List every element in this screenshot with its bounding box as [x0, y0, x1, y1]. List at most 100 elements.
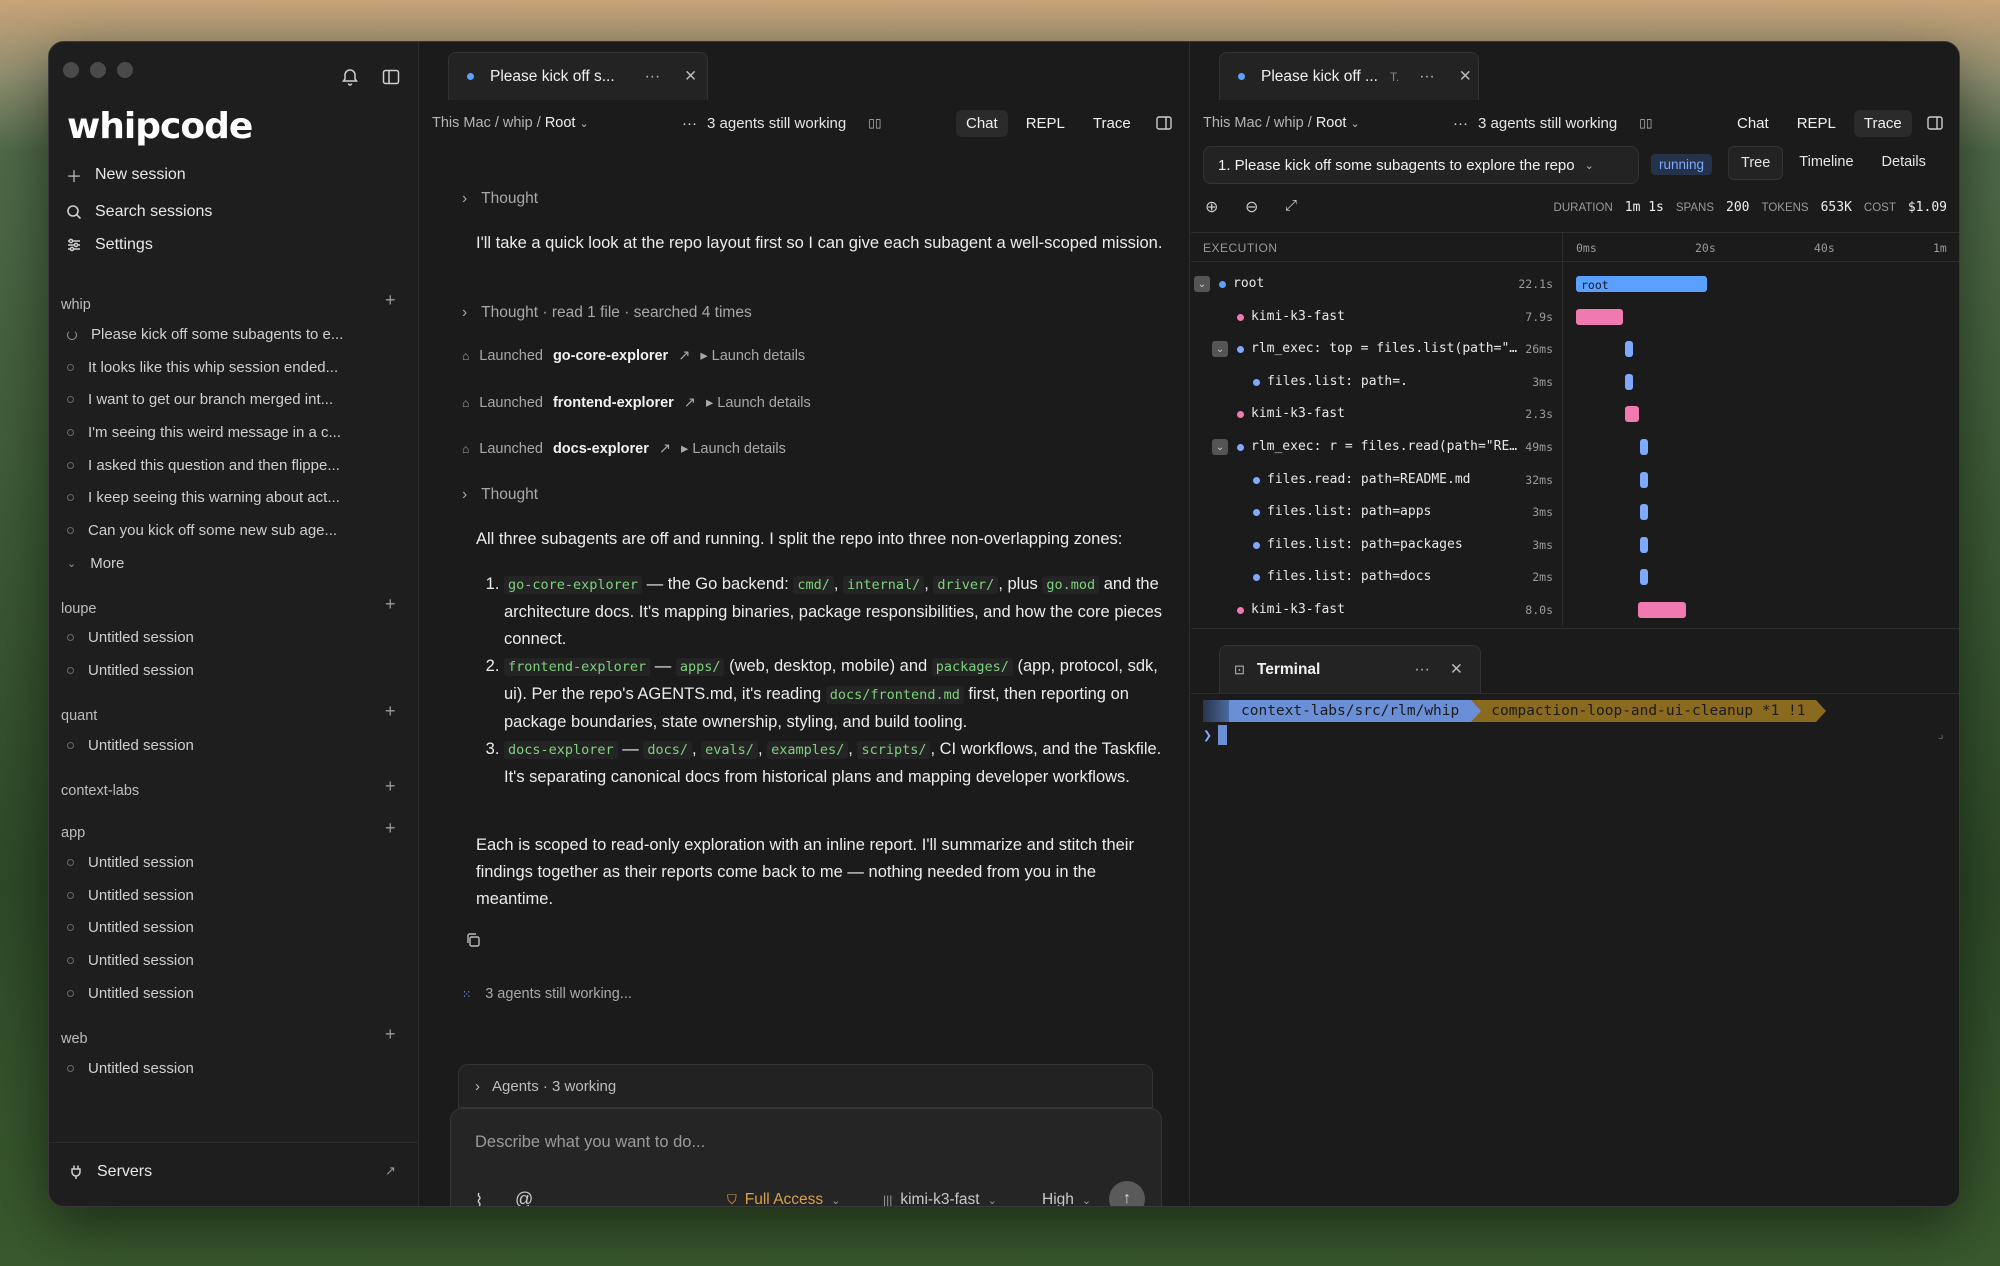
close-icon[interactable]: ✕ [1450, 660, 1463, 679]
session-item[interactable]: Untitled session [67, 737, 194, 754]
launch-details-toggle[interactable]: ▸ Launch details [700, 348, 805, 364]
span-row[interactable]: files.list: path=apps 3ms [1191, 496, 1959, 529]
external-link-icon[interactable]: ↗ [385, 1163, 396, 1179]
external-link-icon[interactable]: ↗ [684, 395, 696, 411]
split-view-icon[interactable] [1926, 114, 1944, 137]
thought-toggle[interactable]: › Thought [462, 190, 538, 208]
span-bar[interactable] [1639, 439, 1648, 455]
span-bar[interactable]: root [1576, 276, 1708, 292]
session-item[interactable]: Can you kick off some new sub age... [67, 522, 337, 539]
session-item[interactable]: Untitled session [67, 985, 194, 1002]
session-item[interactable]: Untitled session [67, 1060, 194, 1077]
access-select[interactable]: ⛉ Full Access ⌄ [727, 1191, 840, 1206]
span-bar[interactable] [1625, 406, 1640, 423]
span-row[interactable]: kimi-k3-fast 2.3s [1191, 398, 1959, 431]
zoom-out-icon[interactable]: ⊖ [1245, 197, 1258, 217]
tab-timeline[interactable]: Timeline [1787, 146, 1865, 180]
session-item[interactable]: Untitled session [67, 919, 194, 936]
span-row[interactable]: ⌄ root 22.1s root [1191, 268, 1959, 301]
collapse-toggle-icon[interactable]: ⌄ [1212, 341, 1228, 358]
span-bar[interactable] [1576, 308, 1623, 325]
add-session-context-labs-button[interactable]: + [385, 776, 396, 797]
session-item[interactable]: I asked this question and then flippe... [67, 457, 340, 474]
span-row[interactable]: files.list: path=. 3ms [1191, 366, 1959, 399]
tab-chat-session[interactable]: Please kick off s... ··· ✕ [448, 52, 708, 100]
tab-chat[interactable]: Chat [956, 109, 1008, 137]
add-session-quant-button[interactable]: + [385, 701, 396, 722]
session-item[interactable]: Please kick off some subagents to e... [67, 326, 343, 343]
session-item[interactable]: Untitled session [67, 854, 194, 871]
split-view-icon[interactable] [1155, 114, 1173, 137]
tab-trace[interactable]: Trace [1853, 109, 1912, 137]
span-bar[interactable] [1624, 373, 1633, 390]
session-item[interactable]: I'm seeing this weird message in a c... [67, 424, 341, 441]
paperclip-icon[interactable]: ⌇ [475, 1191, 483, 1206]
close-icon[interactable]: ✕ [684, 67, 697, 86]
bell-icon[interactable] [340, 67, 362, 89]
span-row[interactable]: ⌄ rlm_exec: top = files.list(path="… 26ms [1191, 333, 1959, 366]
root-select[interactable]: Root [1316, 115, 1347, 131]
tab-details[interactable]: Details [1870, 146, 1938, 180]
effort-select[interactable]: High ⌄ [1042, 1191, 1091, 1206]
launch-details-toggle[interactable]: ▸ Launch details [681, 441, 786, 457]
window-minimize-button[interactable] [90, 62, 106, 78]
session-item[interactable]: Untitled session [67, 629, 194, 646]
tab-repl[interactable]: REPL [1016, 110, 1075, 137]
run-select[interactable]: 1. Please kick off some subagents to exp… [1203, 146, 1639, 184]
agents-status[interactable]: ··· 3 agents still working ▯▯ [682, 106, 881, 140]
thought-toggle[interactable]: › Thought · read 1 file · searched 4 time… [462, 304, 752, 322]
root-select[interactable]: Root [545, 115, 576, 131]
external-link-icon[interactable]: ↗ [659, 441, 671, 457]
session-item[interactable]: I keep seeing this warning about act... [67, 489, 340, 506]
span-bar[interactable] [1639, 536, 1648, 553]
tab-trace[interactable]: Trace [1083, 110, 1141, 137]
tab-repl[interactable]: REPL [1787, 110, 1846, 137]
collapse-toggle-icon[interactable]: ⌄ [1212, 439, 1228, 455]
tab-tree[interactable]: Tree [1728, 146, 1784, 180]
span-row[interactable]: kimi-k3-fast 8.0s [1191, 594, 1959, 627]
servers-button[interactable]: Servers [67, 1163, 152, 1181]
more-icon[interactable]: ··· [645, 68, 661, 86]
span-bar[interactable] [1638, 602, 1687, 618]
external-link-icon[interactable]: ↗ [678, 348, 690, 364]
more-sessions-button[interactable]: ⌄ More [67, 555, 124, 572]
span-bar[interactable] [1639, 504, 1648, 521]
tab-terminal[interactable]: ⊡ Terminal ··· ✕ [1219, 645, 1481, 693]
agent-name[interactable]: frontend-explorer [553, 395, 674, 411]
span-bar[interactable] [1624, 341, 1633, 358]
window-close-button[interactable] [63, 62, 79, 78]
session-item[interactable]: I want to get our branch merged int... [67, 391, 333, 408]
span-bar[interactable] [1639, 569, 1648, 586]
agents-status[interactable]: ··· 3 agents still working ▯▯ [1453, 106, 1652, 140]
model-select[interactable]: ||| kimi-k3-fast ⌄ [883, 1191, 997, 1206]
agent-name[interactable]: docs-explorer [553, 441, 649, 457]
copy-icon[interactable] [465, 932, 481, 953]
more-icon[interactable]: ··· [1419, 68, 1435, 86]
expand-icon[interactable]: ⤢ [1285, 197, 1297, 214]
collapse-toggle-icon[interactable]: ⌄ [1194, 276, 1210, 292]
session-item[interactable]: Untitled session [67, 952, 194, 969]
add-session-app-button[interactable]: + [385, 818, 396, 839]
span-row[interactable]: files.read: path=README.md 32ms [1191, 464, 1959, 497]
pause-icon[interactable]: ▯▯ [1639, 116, 1652, 130]
agents-bar[interactable]: › Agents · 3 working [458, 1064, 1153, 1108]
span-row[interactable]: kimi-k3-fast 7.9s [1191, 301, 1959, 334]
span-row[interactable]: ⌄ rlm_exec: r = files.read(path="RE… 49ms [1191, 431, 1959, 464]
launch-details-toggle[interactable]: ▸ Launch details [706, 395, 811, 411]
settings-button[interactable]: Settings [65, 236, 153, 254]
span-row[interactable]: files.list: path=docs 2ms [1191, 561, 1959, 594]
session-item[interactable]: It looks like this whip session ended... [67, 359, 338, 376]
pause-icon[interactable]: ▯▯ [868, 116, 881, 130]
span-bar[interactable] [1639, 471, 1648, 488]
tab-chat[interactable]: Chat [1727, 110, 1779, 137]
add-session-whip-button[interactable]: + [385, 290, 396, 311]
session-item[interactable]: Untitled session [67, 662, 194, 679]
span-row[interactable]: files.list: path=packages 3ms [1191, 529, 1959, 562]
thought-toggle[interactable]: › Thought [462, 486, 538, 504]
agent-name[interactable]: go-core-explorer [553, 348, 668, 364]
sidebar-toggle-icon[interactable] [381, 67, 403, 89]
message-input[interactable]: Describe what you want to do... [475, 1133, 705, 1152]
session-item[interactable]: Untitled session [67, 887, 194, 904]
close-icon[interactable]: ✕ [1459, 67, 1472, 86]
search-sessions-button[interactable]: Search sessions [65, 203, 212, 221]
